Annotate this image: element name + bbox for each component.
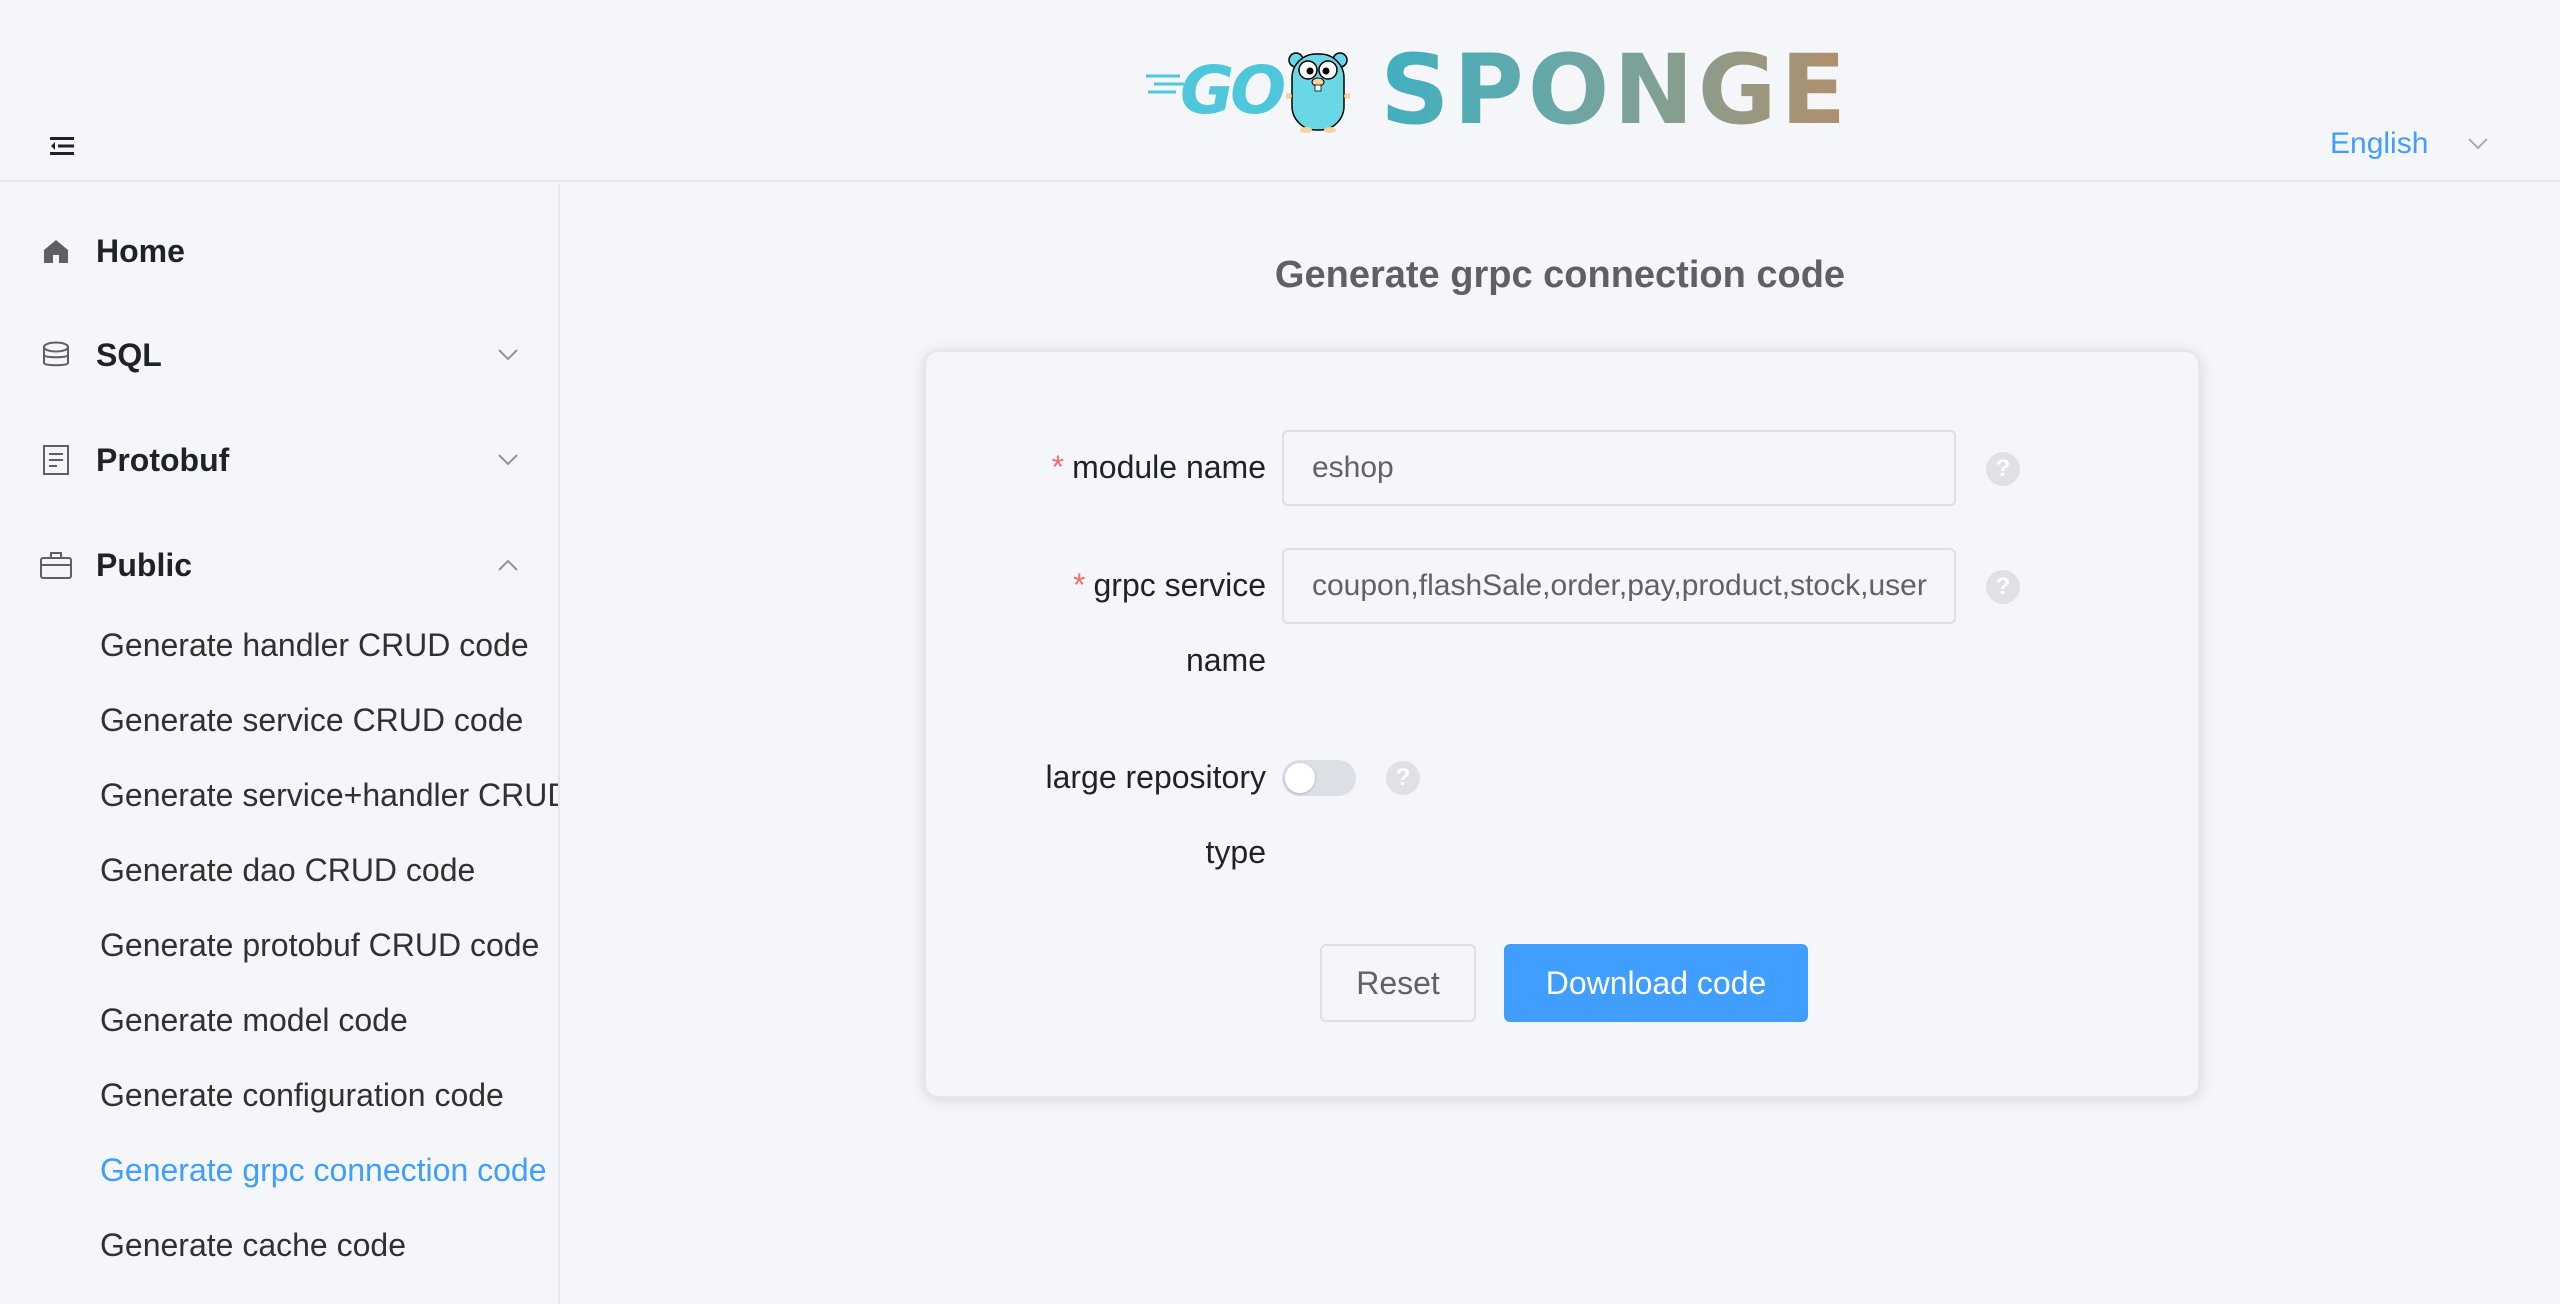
sponge-logo: GO SPONGE — [1140, 40, 1850, 140]
form-card: * module name eshop ? * grpc service name … — [924, 350, 2200, 1098]
sidebar-collapse-button[interactable] — [46, 130, 78, 162]
sidebar-subitem-active[interactable]: Generate grpc connection code — [0, 1135, 558, 1205]
sidebar-subitem[interactable]: Generate handler CRUD code — [0, 610, 558, 680]
large-repository-type-label: large repository type — [1045, 759, 1266, 870]
sidebar-item-sql[interactable]: SQL — [0, 320, 558, 390]
chevron-down-icon — [2468, 138, 2489, 150]
logo-go-text: GO — [1180, 51, 1286, 129]
sidebar-subitem[interactable]: Generate protobuf CRUD code — [0, 910, 558, 980]
sidebar-subitem[interactable]: Generate dao CRUD code — [0, 835, 558, 905]
document-icon — [40, 444, 72, 476]
sidebar-item-label: Protobuf — [96, 441, 230, 478]
sidebar-item-label: Public — [96, 546, 193, 583]
sidebar-item-label: Home — [96, 232, 185, 269]
required-mark: * — [1073, 567, 1086, 603]
sidebar-subitem[interactable]: Generate model code — [0, 985, 558, 1055]
help-icon[interactable]: ? — [1986, 452, 2020, 486]
help-icon[interactable]: ? — [1386, 761, 1420, 795]
sidebar-subitem[interactable]: Generate service+handler CRUD code — [0, 760, 558, 830]
sidebar-item-label: SQL — [96, 336, 162, 373]
top-header: GO SPONGE English — [0, 0, 2560, 182]
required-mark: * — [1051, 449, 1065, 485]
sidebar-item-public[interactable]: Public — [0, 530, 558, 600]
toggle-knob — [1285, 763, 1315, 793]
home-icon — [40, 235, 72, 267]
menu-fold-icon — [50, 137, 74, 155]
chevron-down-icon — [496, 448, 520, 472]
language-select[interactable]: English — [2330, 124, 2489, 164]
sidebar-subitem[interactable]: Generate service CRUD code — [0, 685, 558, 755]
large-repository-toggle[interactable] — [1282, 760, 1356, 796]
briefcase-icon — [40, 549, 72, 581]
grpc-service-name-input[interactable]: coupon,flashSale,order,pay,product,stock… — [1282, 548, 1956, 624]
page-title: Generate grpc connection code — [1274, 254, 1846, 296]
gopher-mascot-icon — [1286, 52, 1351, 133]
chevron-up-icon — [496, 553, 520, 577]
database-icon — [40, 339, 72, 371]
reset-button[interactable]: Reset — [1320, 944, 1476, 1022]
chevron-down-icon — [496, 343, 520, 367]
module-name-label: * module name — [1051, 449, 1266, 485]
sidebar-subitem[interactable]: Generate configuration code — [0, 1060, 558, 1130]
module-name-input[interactable]: eshop — [1282, 430, 1956, 506]
download-code-button[interactable]: Download code — [1504, 944, 1808, 1022]
help-icon[interactable]: ? — [1986, 570, 2020, 604]
logo-sponge-text: SPONGE — [1380, 34, 1851, 146]
grpc-service-name-label: * grpc service name — [1073, 567, 1266, 678]
language-select-value: English — [2330, 127, 2429, 160]
sidebar-subitem[interactable]: Generate cache code — [0, 1210, 558, 1280]
sidebar: Home SQL Protobuf Public Generate handle… — [0, 184, 560, 1304]
sidebar-item-home[interactable]: Home — [0, 216, 558, 286]
speed-lines-icon — [1146, 74, 1184, 94]
sidebar-item-protobuf[interactable]: Protobuf — [0, 425, 558, 495]
